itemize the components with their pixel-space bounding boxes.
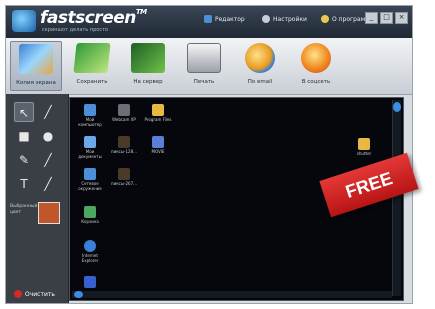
clear-icon	[14, 290, 22, 298]
desktop-icon-my-computer[interactable]: Мой компьютер	[76, 104, 104, 127]
camera-screen-icon	[19, 44, 53, 74]
movie-icon	[152, 136, 164, 148]
app-icon	[84, 276, 96, 288]
ellipse-tool[interactable]: ●	[38, 126, 58, 146]
title-bar: fastscreenTM скриншот делать просто Реда…	[6, 6, 412, 38]
desktop-icon-shutter[interactable]: shutter	[350, 138, 378, 156]
text-tool[interactable]: T	[14, 174, 34, 194]
network-icon	[84, 168, 96, 180]
save-button[interactable]: Сохранить	[66, 41, 118, 91]
marker-tool[interactable]: ╱	[38, 174, 58, 194]
vertical-scroll-thumb[interactable]	[393, 102, 401, 112]
email-button[interactable]: По email	[234, 41, 286, 91]
desktop-icon-network[interactable]: Сетевое окружение	[76, 168, 104, 191]
email-globe-icon	[245, 43, 275, 73]
color-label: Выбранный цвет	[10, 204, 38, 215]
fastscreen-logo-icon	[12, 10, 36, 32]
recycle-bin-icon	[84, 206, 96, 218]
vertical-scrollbar[interactable]	[392, 100, 401, 296]
pointer-tool[interactable]: ↖	[14, 102, 34, 122]
window-controls: _ □ ×	[365, 12, 408, 24]
info-icon	[321, 15, 329, 23]
documents-icon	[84, 136, 96, 148]
desktop-icon-file-1[interactable]: пиксы-128...	[110, 136, 138, 154]
upload-server-button[interactable]: На сервер	[122, 41, 174, 91]
desktop-icon-movie[interactable]: MOVIE	[144, 136, 172, 154]
menu-editor[interactable]: Редактор	[204, 15, 245, 23]
brush-tool[interactable]: ✎	[14, 150, 34, 170]
save-icon	[73, 43, 111, 73]
folder-icon	[358, 138, 370, 150]
desktop-icon-internet-explorer[interactable]: Internet Explorer	[76, 240, 104, 263]
folder-icon	[152, 104, 164, 116]
menu-settings[interactable]: Настройки	[262, 15, 307, 23]
social-button[interactable]: В соцсеть	[290, 41, 342, 91]
horizontal-scrollbar[interactable]	[72, 291, 392, 298]
desktop-icon-program-files[interactable]: Program Files	[144, 104, 172, 122]
desktop-icon-file-2[interactable]: пиксы-267...	[110, 168, 138, 186]
file-icon	[118, 136, 130, 148]
line-tool[interactable]: ╱	[38, 150, 58, 170]
tool-panel: ↖ ╱ ■ ● ✎ ╱ T ╱ Выбранный цвет Очистить	[6, 94, 69, 303]
desktop-icon-recycle-bin[interactable]: Корзина	[76, 206, 104, 224]
close-button[interactable]: ×	[395, 12, 408, 24]
webcam-icon	[118, 104, 130, 116]
color-swatch[interactable]	[38, 202, 60, 224]
print-button[interactable]: Печать	[178, 41, 230, 91]
minimize-button[interactable]: _	[365, 12, 378, 24]
file-icon	[118, 168, 130, 180]
main-toolbar: Копия экрана Сохранить На сервер Печать …	[6, 38, 412, 95]
desktop-icon-my-documents[interactable]: Мои документы	[76, 136, 104, 159]
desktop-icon-partial[interactable]	[76, 276, 104, 288]
desktop-icon-webcam[interactable]: Webcam XP	[110, 104, 138, 122]
internet-explorer-icon	[84, 240, 96, 252]
brand-name: fastscreenTM	[40, 8, 147, 28]
server-upload-icon	[131, 43, 165, 73]
app-window: fastscreenTM скриншот делать просто Реда…	[5, 5, 413, 304]
pencil-tool[interactable]: ╱	[38, 102, 58, 122]
computer-icon	[84, 104, 96, 116]
screen-copy-button[interactable]: Копия экрана	[10, 41, 62, 91]
editor-icon	[204, 15, 212, 23]
social-chat-icon	[301, 43, 331, 73]
maximize-button[interactable]: □	[380, 12, 393, 24]
settings-icon	[262, 15, 270, 23]
horizontal-scroll-thumb[interactable]	[74, 291, 83, 298]
trademark: TM	[135, 8, 147, 16]
slogan: скриншот делать просто	[42, 27, 109, 33]
rectangle-tool[interactable]: ■	[14, 126, 34, 146]
clear-button[interactable]: Очистить	[14, 290, 55, 298]
printer-icon	[187, 43, 221, 73]
